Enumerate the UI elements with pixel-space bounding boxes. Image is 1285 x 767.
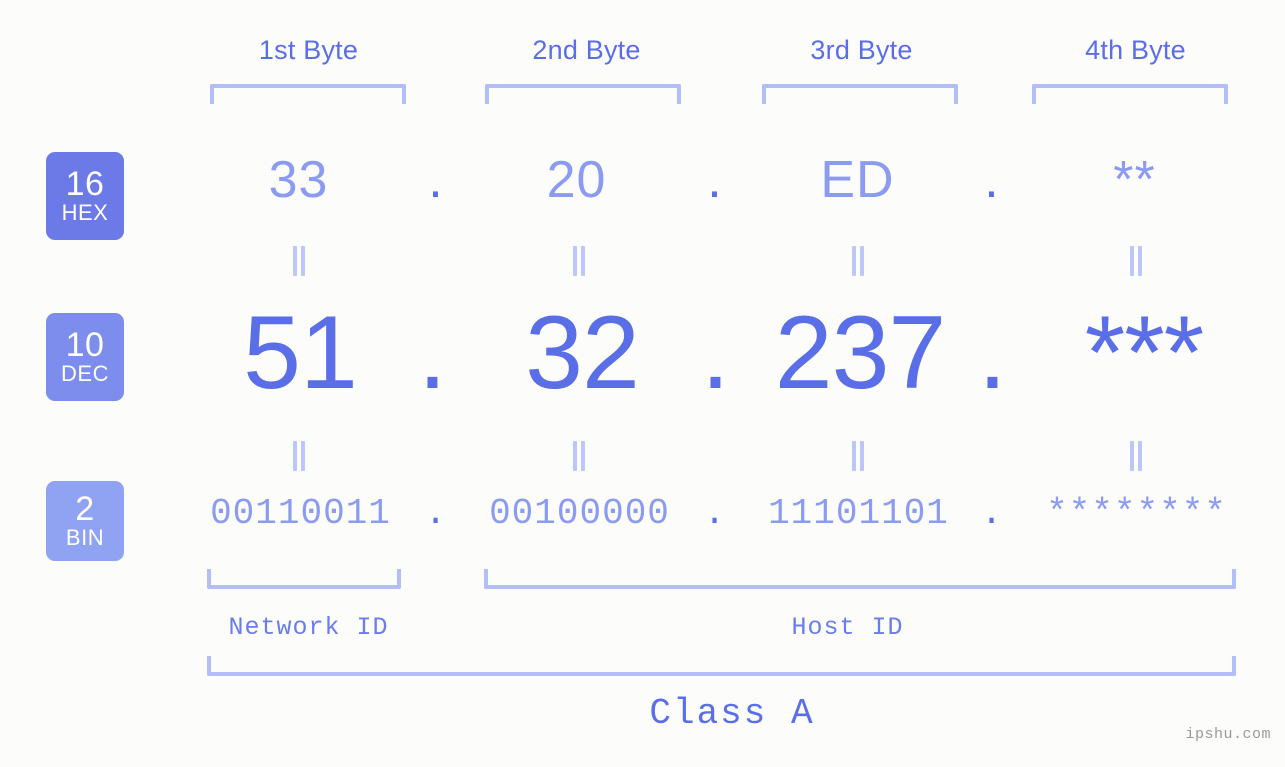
class-label: Class A	[649, 693, 815, 734]
bin-byte-4: ********	[1046, 493, 1227, 534]
bin-separator-3: .	[980, 493, 1004, 534]
equals-connector-5	[288, 441, 310, 471]
radix-badge-dec-label: DEC	[61, 361, 109, 386]
class-bracket	[207, 656, 1236, 676]
radix-badge-hex: 16 HEX	[46, 152, 124, 240]
equals-connector-3	[847, 246, 869, 276]
byte-header-4: 4th Byte	[1085, 35, 1186, 65]
network-id-bracket	[207, 569, 401, 589]
network-id-label: Network ID	[228, 613, 389, 642]
dec-byte-2: 32	[525, 295, 640, 411]
equals-connector-2	[568, 246, 590, 276]
hex-separator-3: .	[984, 151, 1000, 209]
equals-connector-7	[847, 441, 869, 471]
host-id-bracket	[484, 569, 1236, 589]
byte-bracket-4	[1032, 84, 1228, 104]
bin-separator-1: .	[424, 493, 448, 534]
bin-separator-2: .	[703, 493, 727, 534]
radix-badge-bin-label: BIN	[65, 525, 105, 550]
hex-byte-1: 33	[268, 151, 329, 209]
dec-byte-1: 51	[243, 295, 358, 411]
watermark: ipshu.com	[1185, 726, 1271, 743]
radix-badge-bin: 2 BIN	[46, 481, 124, 561]
host-id-label: Host ID	[791, 613, 904, 642]
bin-byte-2: 00100000	[489, 493, 670, 534]
hex-separator-2: .	[707, 151, 723, 209]
radix-badge-bin-number: 2	[75, 490, 95, 528]
byte-header-3: 3rd Byte	[810, 35, 913, 65]
bin-byte-1: 00110011	[210, 493, 391, 534]
dec-byte-4: ***	[1084, 295, 1204, 411]
hex-byte-3: ED	[820, 151, 895, 209]
hex-byte-2: 20	[546, 151, 607, 209]
byte-header-2: 2nd Byte	[532, 35, 641, 65]
equals-connector-8	[1125, 441, 1147, 471]
radix-badge-dec: 10 DEC	[46, 313, 124, 401]
byte-header-1: 1st Byte	[258, 35, 359, 65]
dec-separator-3: .	[978, 295, 1007, 411]
bin-byte-3: 11101101	[768, 493, 949, 534]
equals-connector-1	[288, 246, 310, 276]
hex-byte-4: **	[1113, 151, 1156, 209]
equals-connector-4	[1125, 246, 1147, 276]
byte-bracket-1	[210, 84, 406, 104]
radix-badge-hex-label: HEX	[61, 200, 109, 225]
radix-badge-hex-number: 16	[65, 165, 105, 203]
dec-separator-1: .	[418, 295, 447, 411]
dec-byte-3: 237	[774, 295, 947, 411]
byte-bracket-3	[762, 84, 958, 104]
byte-bracket-2	[485, 84, 681, 104]
ip-breakdown-diagram: 1st Byte 2nd Byte 3rd Byte 4th Byte 16 H…	[0, 0, 1285, 767]
equals-connector-6	[568, 441, 590, 471]
radix-badge-dec-number: 10	[65, 326, 105, 364]
